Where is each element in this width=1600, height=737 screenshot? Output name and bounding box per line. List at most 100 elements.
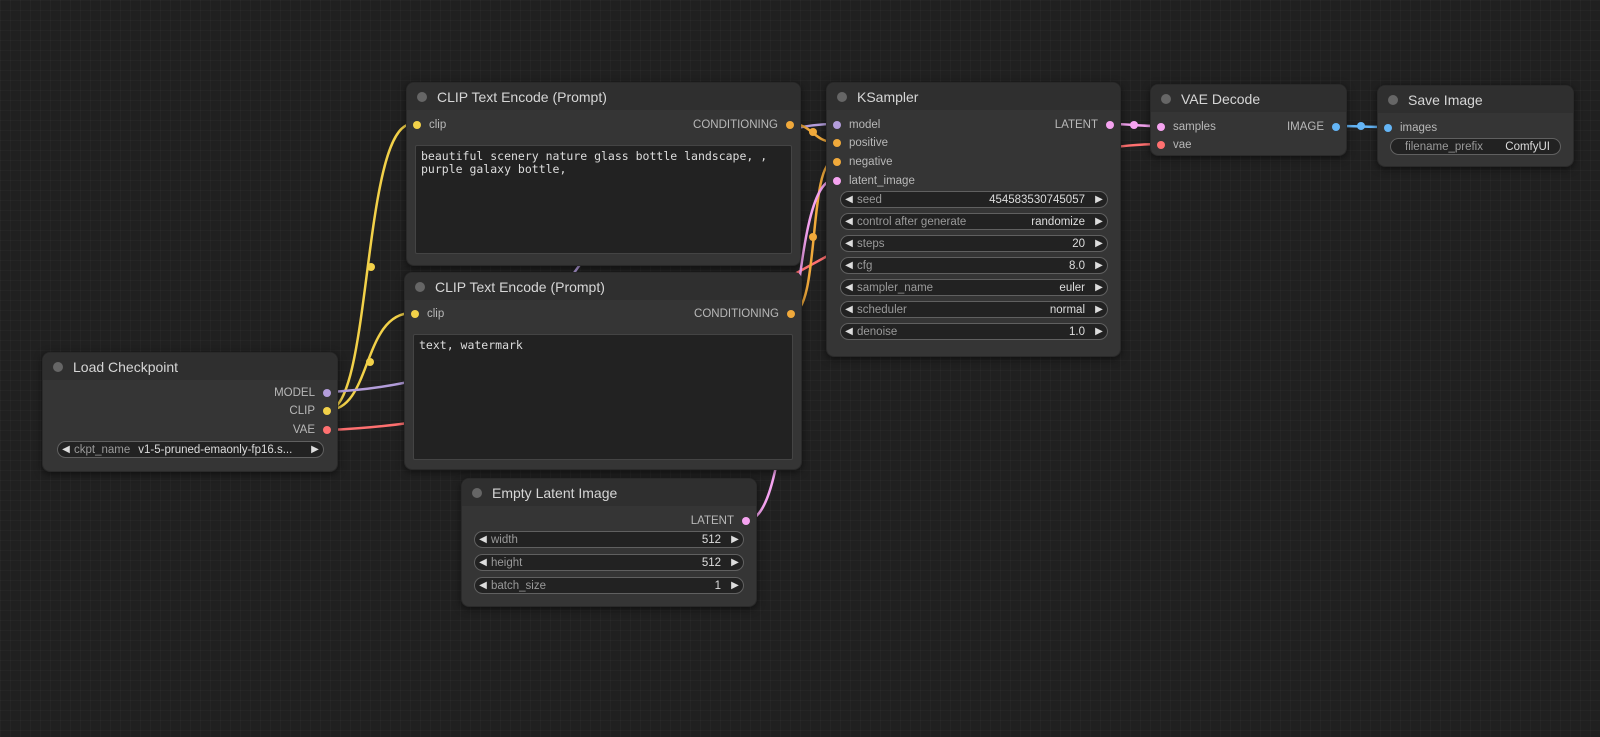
increment-arrow-icon[interactable]: ▶: [1091, 216, 1107, 227]
negative-input-pin[interactable]: [833, 158, 841, 166]
decrement-arrow-icon[interactable]: ◀: [841, 260, 857, 271]
increment-arrow-icon[interactable]: ▶: [1091, 326, 1107, 337]
vae-input-pin[interactable]: [1157, 141, 1165, 149]
collapse-dot-icon[interactable]: [1161, 93, 1171, 104]
widget-label: steps: [857, 237, 885, 250]
increment-arrow-icon[interactable]: ▶: [727, 557, 743, 568]
node-clip-text-encode-negative[interactable]: CLIP Text Encode (Prompt) clip CONDITION…: [404, 272, 802, 470]
node-header[interactable]: CLIP Text Encode (Prompt): [407, 83, 800, 110]
positive-input-pin[interactable]: [833, 139, 841, 147]
input-samples[interactable]: samples: [1157, 119, 1216, 135]
node-vae-decode[interactable]: VAE Decode samples vae IMAGE: [1150, 84, 1347, 156]
height-widget[interactable]: ◀ height 512 ▶: [474, 554, 744, 571]
input-samples-label: samples: [1173, 121, 1216, 133]
node-clip-text-encode-positive[interactable]: CLIP Text Encode (Prompt) clip CONDITION…: [406, 82, 801, 266]
prompt-textarea[interactable]: text, watermark: [413, 334, 793, 460]
increment-arrow-icon[interactable]: ▶: [727, 580, 743, 591]
batch-size-widget[interactable]: ◀ batch_size 1 ▶: [474, 577, 744, 594]
decrement-arrow-icon[interactable]: ◀: [475, 580, 491, 591]
latent-output-pin[interactable]: [1106, 121, 1114, 129]
clip-input-pin[interactable]: [411, 310, 419, 318]
samples-input-pin[interactable]: [1157, 123, 1165, 131]
input-vae[interactable]: vae: [1157, 137, 1192, 153]
output-latent[interactable]: LATENT: [1055, 117, 1114, 133]
width-widget[interactable]: ◀ width 512 ▶: [474, 531, 744, 548]
sampler-name-widget[interactable]: ◀ sampler_name euler ▶: [840, 279, 1108, 296]
decrement-arrow-icon[interactable]: ◀: [841, 326, 857, 337]
input-latent-image[interactable]: latent_image: [833, 173, 915, 189]
decrement-arrow-icon[interactable]: ◀: [58, 444, 74, 455]
ckpt-name-widget[interactable]: ◀ ckpt_name v1-5-pruned-emaonly-fp16.s..…: [57, 441, 324, 458]
increment-arrow-icon[interactable]: ▶: [1091, 282, 1107, 293]
conditioning-output-pin[interactable]: [786, 121, 794, 129]
decrement-arrow-icon[interactable]: ◀: [841, 304, 857, 315]
output-latent[interactable]: LATENT: [691, 513, 750, 529]
decrement-arrow-icon[interactable]: ◀: [475, 534, 491, 545]
conditioning-output-pin[interactable]: [787, 310, 795, 318]
output-image[interactable]: IMAGE: [1287, 119, 1340, 135]
scheduler-widget[interactable]: ◀ scheduler normal ▶: [840, 301, 1108, 318]
node-header[interactable]: Load Checkpoint: [43, 353, 337, 380]
model-output-pin[interactable]: [323, 389, 331, 397]
increment-arrow-icon[interactable]: ▶: [1091, 194, 1107, 205]
control-after-generate-widget[interactable]: ◀ control after generate randomize ▶: [840, 213, 1108, 230]
clip-output-pin[interactable]: [323, 407, 331, 415]
collapse-dot-icon[interactable]: [472, 487, 482, 498]
decrement-arrow-icon[interactable]: ◀: [841, 216, 857, 227]
decrement-arrow-icon[interactable]: ◀: [841, 282, 857, 293]
latent-input-pin[interactable]: [833, 177, 841, 185]
image-output-pin[interactable]: [1332, 123, 1340, 131]
filename-prefix-widget[interactable]: filename_prefix ComfyUI: [1390, 138, 1561, 155]
node-empty-latent-image[interactable]: Empty Latent Image LATENT ◀ width 512 ▶ …: [461, 478, 757, 607]
vae-output-pin[interactable]: [323, 426, 331, 434]
input-clip[interactable]: clip: [413, 117, 446, 133]
widget-label: cfg: [857, 259, 873, 272]
seed-widget[interactable]: ◀ seed 454583530745057 ▶: [840, 191, 1108, 208]
increment-arrow-icon[interactable]: ▶: [727, 534, 743, 545]
input-model[interactable]: model: [833, 117, 880, 133]
node-save-image[interactable]: Save Image images filename_prefix ComfyU…: [1377, 85, 1574, 167]
node-header[interactable]: VAE Decode: [1151, 85, 1346, 112]
model-input-pin[interactable]: [833, 121, 841, 129]
increment-arrow-icon[interactable]: ▶: [1091, 238, 1107, 249]
output-vae[interactable]: VAE: [293, 422, 331, 438]
output-clip[interactable]: CLIP: [289, 403, 331, 419]
steps-widget[interactable]: ◀ steps 20 ▶: [840, 235, 1108, 252]
input-images[interactable]: images: [1384, 120, 1437, 136]
node-load-checkpoint[interactable]: Load Checkpoint MODEL CLIP VAE ◀ ckpt_na…: [42, 352, 338, 472]
output-latent-label: LATENT: [1054, 119, 1098, 131]
clip-input-pin[interactable]: [413, 121, 421, 129]
node-title: CLIP Text Encode (Prompt): [435, 278, 605, 295]
node-header[interactable]: CLIP Text Encode (Prompt): [405, 273, 801, 300]
collapse-dot-icon[interactable]: [53, 361, 63, 372]
collapse-dot-icon[interactable]: [1388, 94, 1398, 105]
output-conditioning[interactable]: CONDITIONING: [694, 306, 795, 322]
node-header[interactable]: Save Image: [1378, 86, 1573, 113]
node-header[interactable]: Empty Latent Image: [462, 479, 756, 506]
node-ksampler[interactable]: KSampler model positive negative latent_…: [826, 82, 1121, 357]
input-negative[interactable]: negative: [833, 154, 892, 170]
collapse-dot-icon[interactable]: [837, 91, 847, 102]
images-input-pin[interactable]: [1384, 124, 1392, 132]
cfg-widget[interactable]: ◀ cfg 8.0 ▶: [840, 257, 1108, 274]
denoise-widget[interactable]: ◀ denoise 1.0 ▶: [840, 323, 1108, 340]
decrement-arrow-icon[interactable]: ◀: [841, 238, 857, 249]
prompt-textarea[interactable]: beautiful scenery nature glass bottle la…: [415, 145, 792, 254]
decrement-arrow-icon[interactable]: ◀: [841, 194, 857, 205]
increment-arrow-icon[interactable]: ▶: [307, 444, 323, 455]
increment-arrow-icon[interactable]: ▶: [1091, 260, 1107, 271]
output-model[interactable]: MODEL: [274, 385, 331, 401]
input-positive[interactable]: positive: [833, 135, 888, 151]
collapse-dot-icon[interactable]: [415, 281, 425, 292]
input-clip[interactable]: clip: [411, 306, 444, 322]
collapse-dot-icon[interactable]: [417, 91, 427, 102]
widget-value: v1-5-pruned-emaonly-fp16.s...: [138, 443, 293, 456]
output-conditioning[interactable]: CONDITIONING: [693, 117, 794, 133]
widget-label: height: [491, 556, 523, 569]
decrement-arrow-icon[interactable]: ◀: [475, 557, 491, 568]
increment-arrow-icon[interactable]: ▶: [1091, 304, 1107, 315]
input-latent-label: latent_image: [849, 175, 915, 187]
node-header[interactable]: KSampler: [827, 83, 1120, 110]
latent-output-pin[interactable]: [742, 517, 750, 525]
input-positive-label: positive: [849, 137, 888, 149]
